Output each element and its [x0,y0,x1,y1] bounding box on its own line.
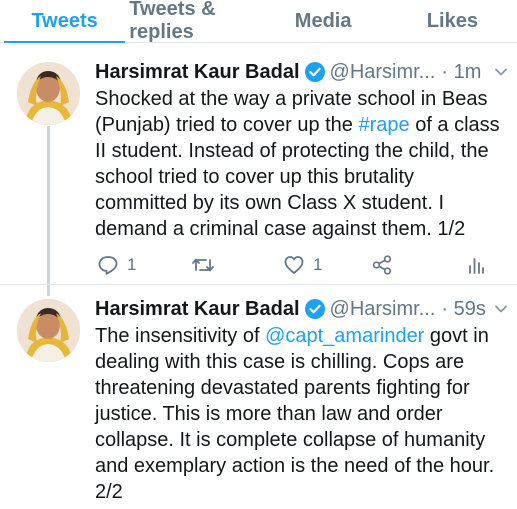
retweet-icon [191,254,215,276]
reply-button[interactable]: 1 [97,254,136,276]
analytics-button[interactable] [465,254,487,276]
tweet-text-part: The insensitivity of [95,325,266,347]
tweet-timestamp[interactable]: · 1m [441,61,481,84]
like-icon [283,254,305,276]
tweet-header: Harsimrat Kaur Badal @Harsimr... · 59s [95,295,509,323]
author-name[interactable]: Harsimrat Kaur Badal [95,61,300,84]
mention-link[interactable]: @capt_amarinder [265,325,424,347]
hashtag-link[interactable]: #rape [358,114,409,136]
tweet-actions: 1 1 [95,250,500,280]
tweet-text-part: govt in dealing with this case is chilli… [95,325,500,503]
reply-count: 1 [127,255,137,274]
tweet-timestamp[interactable]: · 59s [441,298,485,321]
author-handle[interactable]: @Harsimr... [330,298,436,321]
tweet-text: The insensitivity of @capt_amarinder gov… [95,323,507,505]
tab-tweets-replies[interactable]: Tweets & replies [129,0,258,43]
reply-icon [97,254,119,276]
tab-likes[interactable]: Likes [388,0,517,42]
retweet-button[interactable] [191,254,215,276]
author-handle[interactable]: @Harsimr... [330,61,436,84]
avatar[interactable] [17,299,80,362]
tweet[interactable]: Harsimrat Kaur Badal @Harsimr... · 1m Sh… [0,48,517,285]
verified-badge-icon [304,299,325,319]
tweet-text: Shocked at the way a private school in B… [95,86,507,242]
analytics-icon [465,254,487,276]
tab-tweets[interactable]: Tweets [0,0,129,43]
like-button[interactable]: 1 [283,254,322,276]
chevron-down-icon[interactable] [493,301,509,317]
like-count: 1 [313,255,323,274]
chevron-down-icon[interactable] [493,64,509,80]
share-icon [371,254,393,276]
share-button[interactable] [371,254,393,276]
avatar[interactable] [17,62,80,125]
verified-badge-icon [304,62,325,82]
tweet-header: Harsimrat Kaur Badal @Harsimr... · 1m [95,58,509,86]
tweet[interactable]: Harsimrat Kaur Badal @Harsimr... · 59s T… [0,285,517,509]
tab-media[interactable]: Media [259,0,388,42]
author-name[interactable]: Harsimrat Kaur Badal [95,298,300,321]
profile-tabs: Tweets Tweets & replies Media Likes [0,0,517,43]
